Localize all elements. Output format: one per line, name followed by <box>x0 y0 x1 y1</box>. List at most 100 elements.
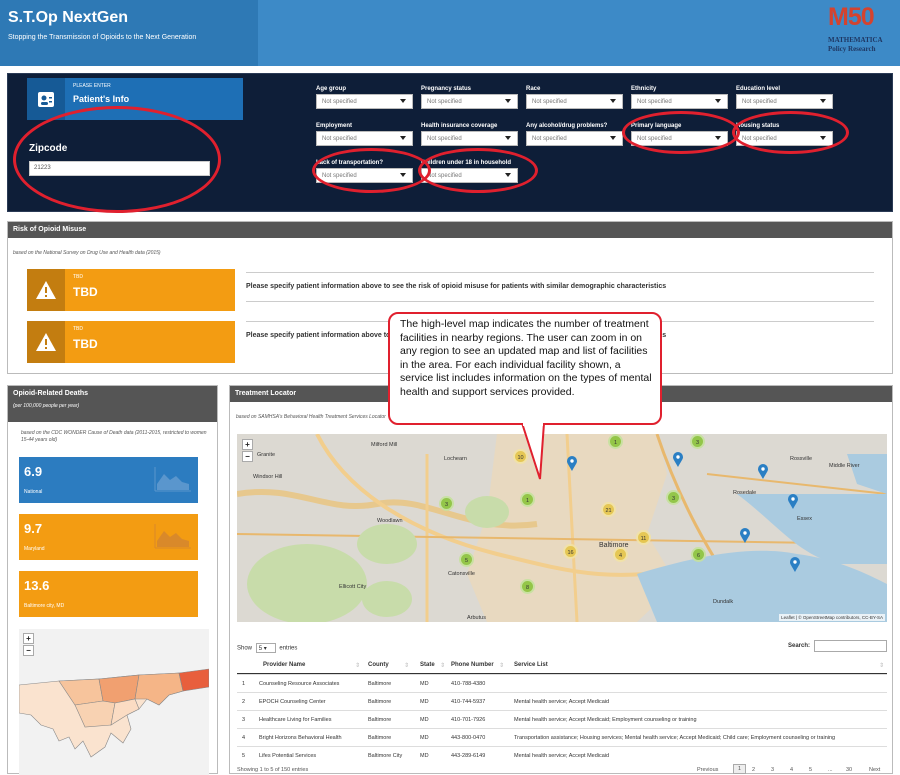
filter-select-health-insurance-coverage[interactable]: Not specified <box>421 131 518 146</box>
app-header: S.T.Op NextGen Stopping the Transmission… <box>0 0 900 66</box>
risk-source: based on the National Survey on Drug Use… <box>13 250 161 256</box>
filter-label-ethnicity: Ethnicity <box>631 86 657 92</box>
cell-state: MD <box>420 735 429 741</box>
cell-state: MD <box>420 699 429 705</box>
facility-cluster-marker[interactable]: 6 <box>691 547 706 562</box>
filter-label-education-level: Education level <box>736 86 781 92</box>
table-row[interactable]: 4 Bright Horizons Behavioral Health Baltim… <box>237 728 887 746</box>
facility-cluster-marker[interactable]: 11 <box>636 530 651 545</box>
pagination-page-1[interactable]: 1 <box>733 764 747 774</box>
cell-phone: 443-289-6149 <box>451 753 486 759</box>
cell-county: Baltimore <box>368 717 392 723</box>
highlight-circle-children <box>418 148 538 193</box>
divider <box>246 301 874 302</box>
cell-n: 1 <box>242 681 246 687</box>
facility-cluster-marker[interactable]: 4 <box>613 547 628 562</box>
map-place-label: Windsor Hill <box>253 474 283 480</box>
col-header-provider[interactable]: Provider Name <box>263 662 305 668</box>
filter-select-any-alcohol-drug-problems[interactable]: Not specified <box>526 131 623 146</box>
annotation-callout: The high-level map indicates the number … <box>388 312 662 425</box>
facility-cluster-marker[interactable]: 1 <box>520 492 535 507</box>
area-chart-icon <box>154 466 192 492</box>
table-row[interactable]: 3 Healthcare Living for Families Baltimore… <box>237 710 887 728</box>
filter-label-health-insurance-coverage: Health insurance coverage <box>421 123 498 129</box>
cell-state: MD <box>420 717 429 723</box>
cell-n: 3 <box>242 717 246 723</box>
facility-cluster-marker[interactable]: 3 <box>690 434 705 449</box>
cell-services: Transportation assistance; Housing servi… <box>514 735 836 741</box>
cell-phone: 410-701-7926 <box>451 717 486 723</box>
deaths-source: based on the CDC WONDER Cause of Death d… <box>21 430 207 443</box>
filter-select-race[interactable]: Not specified <box>526 94 623 109</box>
map-place-label: Woodlawn <box>377 518 403 524</box>
facility-cluster-marker[interactable]: 21 <box>601 502 616 517</box>
col-header-phone[interactable]: Phone Number <box>451 662 494 668</box>
col-header-state[interactable]: State <box>420 662 435 668</box>
pagination-page-5[interactable]: 5 <box>809 767 812 773</box>
col-header-services[interactable]: Service List <box>514 662 548 668</box>
map-place-label: Catonsville <box>448 571 475 577</box>
map-place-label: Dundalk <box>713 599 734 605</box>
col-header-county[interactable]: County <box>368 662 389 668</box>
table-info: Showing 1 to 5 of 150 entries <box>237 767 309 773</box>
filter-select-pregnancy-status[interactable]: Not specified <box>421 94 518 109</box>
state-map-zoom-in-button[interactable]: + <box>23 633 34 644</box>
facility-cluster-marker[interactable]: 5 <box>459 552 474 567</box>
sort-icon[interactable]: ⇕ <box>499 662 504 669</box>
pagination-previous[interactable]: Previous <box>697 767 718 773</box>
filter-select-ethnicity[interactable]: Not specified <box>631 94 728 109</box>
pagination-page-30[interactable]: 30 <box>846 767 852 773</box>
deaths-panel-header: Opioid-Related Deaths (per 100,000 peopl… <box>8 386 217 422</box>
sort-icon[interactable]: ⇕ <box>879 662 884 669</box>
facility-cluster-marker[interactable]: 8 <box>520 579 535 594</box>
filter-label-age-group: Age group <box>316 86 346 92</box>
cell-county: Baltimore City <box>368 753 403 759</box>
chevron-down-icon <box>400 99 406 103</box>
deaths-panel-title: Opioid-Related Deaths <box>13 390 89 397</box>
table-row[interactable]: 2 EPOCH Counseling Center Baltimore MD 410-7… <box>237 692 887 710</box>
death-rate-value: 9.7 <box>24 521 43 536</box>
facility-cluster-marker[interactable]: 1 <box>608 434 623 449</box>
treatment-facility-map[interactable]: Milford Mill Lochearn Woodlawn Catonsville E… <box>237 434 887 622</box>
sort-icon[interactable]: ⇕ <box>440 662 445 669</box>
map-zoom-out-button[interactable]: − <box>242 451 253 462</box>
pagination-page-3[interactable]: 3 <box>771 767 774 773</box>
filter-select-employment[interactable]: Not specified <box>316 131 413 146</box>
mathematica-logo: M50 MATHEMATICA Policy Research <box>828 3 894 59</box>
facility-cluster-marker[interactable]: 3 <box>439 496 454 511</box>
map-place-label: Lochearn <box>444 456 467 462</box>
map-pin-icon[interactable] <box>740 528 750 543</box>
patient-card-title: Patient's Info <box>73 94 130 104</box>
filter-select-education-level[interactable]: Not specified <box>736 94 833 109</box>
pagination-page-4[interactable]: 4 <box>790 767 793 773</box>
highlight-circle-language <box>622 111 740 154</box>
pagination-next[interactable]: Next <box>869 767 880 773</box>
map-place-label: Milford Mill <box>371 442 398 448</box>
map-place-label: Ellicott City <box>339 584 367 590</box>
map-pin-icon[interactable] <box>790 557 800 572</box>
filter-select-age-group[interactable]: Not specified <box>316 94 413 109</box>
chevron-down-icon <box>505 136 511 140</box>
filter-value: Not specified <box>427 136 462 142</box>
entries-select[interactable]: 5 ▾ <box>255 643 276 653</box>
sort-icon[interactable]: ⇕ <box>404 662 409 669</box>
table-row[interactable]: 5 Lifes Potential Services Baltimore City M… <box>237 746 887 764</box>
state-map-zoom-out-button[interactable]: − <box>23 645 34 656</box>
map-pin-icon[interactable] <box>758 464 768 479</box>
facility-cluster-marker[interactable]: 3 <box>666 490 681 505</box>
search-label: Search: <box>788 643 811 649</box>
header-title-block: S.T.Op NextGen Stopping the Transmission… <box>0 0 258 66</box>
map-zoom-in-button[interactable]: + <box>242 439 253 450</box>
table-search-input[interactable] <box>814 640 887 652</box>
map-pin-icon[interactable] <box>567 456 577 471</box>
pagination-page-2[interactable]: 2 <box>752 767 755 773</box>
map-pin-icon[interactable] <box>673 452 683 467</box>
cell-name: Counseling Resource Associates <box>259 681 340 687</box>
map-pin-icon[interactable] <box>788 494 798 509</box>
sort-icon[interactable]: ⇕ <box>355 662 360 669</box>
cell-phone: 410-744-5937 <box>451 699 486 705</box>
table-row[interactable]: 1 Counseling Resource Associates Baltimore… <box>237 674 887 692</box>
facility-cluster-marker[interactable]: 16 <box>563 544 578 559</box>
death-rate-card-3: 13.6 Baltimore city, MD <box>19 571 198 617</box>
cell-phone: 410-788-4380 <box>451 681 486 687</box>
